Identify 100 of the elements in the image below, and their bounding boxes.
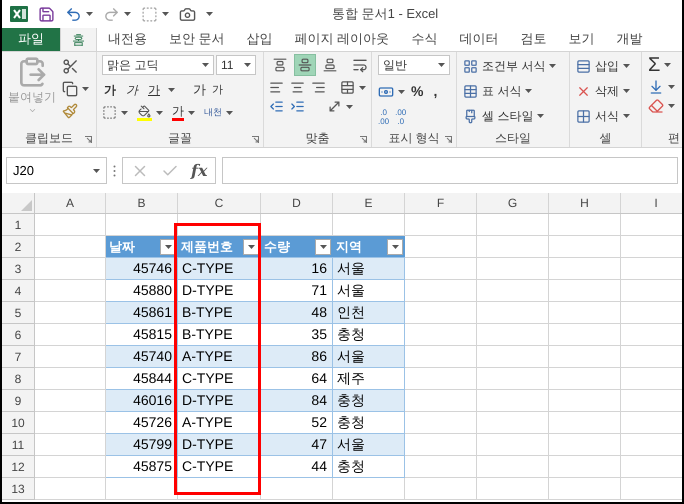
decimal-button[interactable]: .0 .00 bbox=[378, 108, 390, 126]
grid-cell[interactable] bbox=[477, 302, 549, 324]
grid-cell[interactable] bbox=[405, 324, 477, 346]
cell-menu-button[interactable]: 서식 bbox=[576, 106, 641, 126]
grow-font-button[interactable]: 가 bbox=[193, 80, 206, 100]
ribbon-tab[interactable]: 페이지 레이아웃 bbox=[284, 27, 400, 51]
cell-menu-button[interactable]: 삭제 bbox=[576, 81, 641, 101]
grid-cell[interactable] bbox=[549, 236, 621, 258]
grid-cell[interactable] bbox=[405, 258, 477, 280]
column-header[interactable]: I bbox=[621, 193, 682, 213]
grid-cell[interactable] bbox=[405, 214, 477, 236]
ribbon-tab[interactable]: 보기 bbox=[557, 27, 606, 51]
column-header[interactable]: D bbox=[261, 193, 333, 213]
wrap-text-icon[interactable] bbox=[352, 57, 368, 73]
name-box[interactable]: J20 bbox=[6, 157, 107, 184]
grid-cell[interactable] bbox=[549, 214, 621, 236]
font-name-field[interactable]: 맑은 고딕 bbox=[102, 55, 214, 75]
row-header[interactable]: 1 bbox=[2, 214, 35, 236]
grid-cell[interactable] bbox=[333, 478, 405, 500]
grid-cell[interactable] bbox=[549, 302, 621, 324]
column-header[interactable]: G bbox=[477, 193, 549, 213]
dialog-launcher-icon[interactable] bbox=[360, 136, 367, 143]
select-all-icon[interactable] bbox=[21, 200, 32, 211]
grid-cell[interactable] bbox=[477, 236, 549, 258]
row-header[interactable]: 5 bbox=[2, 302, 35, 324]
align-left-icon[interactable] bbox=[269, 80, 284, 95]
increase-indent-icon[interactable] bbox=[290, 99, 305, 114]
column-header[interactable]: B bbox=[106, 193, 178, 213]
grid-cell[interactable] bbox=[477, 390, 549, 412]
decimal-button[interactable]: .00 .0 bbox=[395, 108, 406, 126]
ribbon-tab[interactable]: 삽입 bbox=[236, 27, 284, 51]
grid-cell[interactable] bbox=[477, 456, 549, 478]
merge-button[interactable] bbox=[340, 80, 366, 95]
style-menu-button[interactable]: 조건부 서식 bbox=[463, 56, 569, 76]
ribbon-tab[interactable]: 보안 문서 bbox=[158, 27, 236, 51]
grid-cell[interactable] bbox=[405, 346, 477, 368]
ribbon-tab[interactable]: 개발 bbox=[605, 27, 654, 51]
grid-cell[interactable] bbox=[405, 236, 477, 258]
phonetic-button[interactable]: 내천 bbox=[204, 106, 233, 120]
undo-button[interactable] bbox=[65, 6, 93, 22]
comma-button[interactable]: , bbox=[429, 81, 442, 102]
grid-cell[interactable] bbox=[549, 368, 621, 390]
grid-cell[interactable] bbox=[405, 302, 477, 324]
fill-button[interactable] bbox=[648, 79, 675, 95]
grid-cell[interactable] bbox=[477, 214, 549, 236]
cell-menu-button[interactable]: 삽입 bbox=[576, 56, 641, 76]
grid-cell[interactable] bbox=[549, 258, 621, 280]
selection-button[interactable] bbox=[141, 6, 169, 22]
grid-cell[interactable] bbox=[405, 478, 477, 500]
grid-cell[interactable] bbox=[405, 368, 477, 390]
grid-cell[interactable] bbox=[405, 434, 477, 456]
bold-button[interactable]: 가 bbox=[102, 80, 118, 99]
row-header[interactable]: 11 bbox=[2, 434, 35, 456]
column-header[interactable]: H bbox=[549, 193, 621, 213]
grid-cell[interactable] bbox=[35, 214, 106, 236]
grid-cell[interactable] bbox=[261, 478, 333, 500]
style-menu-button[interactable]: 셀 스타일 bbox=[463, 106, 569, 126]
fill-color-button[interactable] bbox=[137, 104, 163, 120]
grid-cell[interactable] bbox=[549, 346, 621, 368]
grid-cell[interactable] bbox=[549, 280, 621, 302]
sum-button[interactable]: Σ bbox=[648, 54, 682, 76]
row-header[interactable]: 12 bbox=[2, 456, 35, 478]
grid-cell[interactable] bbox=[477, 368, 549, 390]
grid-cell[interactable] bbox=[477, 346, 549, 368]
save-icon[interactable] bbox=[38, 6, 55, 22]
row-header[interactable]: 4 bbox=[2, 280, 35, 302]
grid-cell[interactable] bbox=[549, 324, 621, 346]
grid-cell[interactable] bbox=[405, 456, 477, 478]
ribbon-tab[interactable]: 내전용 bbox=[97, 27, 158, 51]
row-header[interactable]: 2 bbox=[2, 236, 35, 258]
grid-cell[interactable] bbox=[549, 390, 621, 412]
font-color-button[interactable]: 가 bbox=[172, 104, 195, 120]
row-header[interactable]: 9 bbox=[2, 390, 35, 412]
dialog-launcher-icon[interactable] bbox=[445, 136, 452, 143]
grid-cell[interactable] bbox=[549, 434, 621, 456]
align-center-icon[interactable] bbox=[290, 80, 305, 95]
excel-logo-icon[interactable] bbox=[10, 5, 28, 23]
ribbon-tab[interactable]: 검토 bbox=[509, 27, 558, 51]
clear-button[interactable] bbox=[648, 98, 675, 114]
cut-icon[interactable] bbox=[62, 58, 79, 75]
dialog-launcher-icon[interactable] bbox=[85, 136, 92, 143]
column-header[interactable]: E bbox=[333, 193, 405, 213]
filter-dropdown-button[interactable] bbox=[243, 238, 259, 254]
formula-input[interactable] bbox=[222, 157, 678, 184]
column-header[interactable]: A bbox=[35, 193, 106, 213]
row-header[interactable]: 7 bbox=[2, 346, 35, 368]
redo-button[interactable] bbox=[103, 6, 131, 22]
format-painter-icon[interactable] bbox=[62, 103, 78, 119]
vertical-align-button[interactable] bbox=[294, 54, 316, 76]
ribbon-tab[interactable]: 데이터 bbox=[448, 27, 510, 51]
ribbon-tab[interactable]: 홈 bbox=[60, 27, 97, 51]
column-header[interactable]: C bbox=[178, 193, 261, 213]
camera-icon[interactable] bbox=[179, 6, 196, 22]
orientation-button[interactable] bbox=[327, 99, 353, 114]
row-header[interactable]: 6 bbox=[2, 324, 35, 346]
insert-function-button[interactable]: fx bbox=[191, 158, 208, 182]
grid-cell[interactable] bbox=[477, 258, 549, 280]
underline-button[interactable]: 가 bbox=[146, 80, 162, 99]
grid-cell[interactable] bbox=[405, 280, 477, 302]
grid-cell[interactable] bbox=[35, 478, 106, 500]
